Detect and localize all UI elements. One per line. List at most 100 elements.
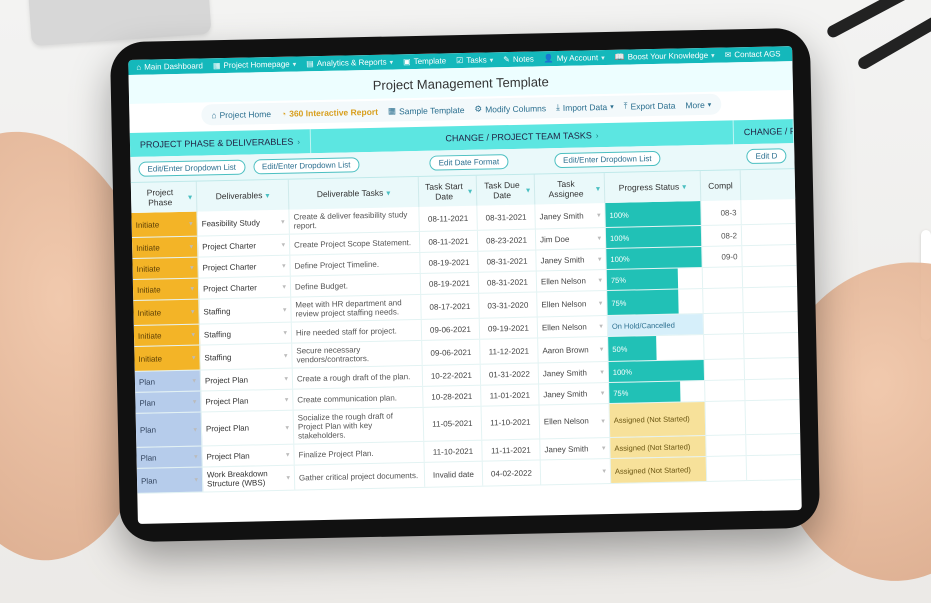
cell-completion[interactable] [705,380,745,401]
cell-assignee[interactable]: Ellen Nelson▾ [540,404,611,438]
cell-assignee[interactable]: Janey Smith▾ [539,383,609,404]
cell-assignee[interactable]: Janey Smith▾ [536,249,606,270]
action-import-data[interactable]: ⤓Import Data▾ [556,101,614,113]
cell-start-date[interactable]: 10-28-2021 [423,386,481,407]
cell-progress[interactable]: Assigned (Not Started) [611,457,707,483]
cell-phase[interactable]: Initiate▾ [132,237,198,258]
cell-task[interactable]: Hire needed staff for project. [292,320,422,343]
nav-item-contact-ags[interactable]: ✉Contact AGS [725,49,781,59]
cell-phase[interactable]: Plan▾ [137,468,203,493]
edit-dropdown-button-1[interactable]: Edit/Enter Dropdown List [138,160,245,177]
nav-item-notes[interactable]: ✎Notes [503,55,534,65]
nav-item-analytics-reports[interactable]: ▤Analytics & Reports [306,57,393,68]
cell-completion[interactable]: 08-2 [702,225,742,246]
cell-completion[interactable] [703,288,743,313]
cell-start-date[interactable]: 11-05-2021 [424,407,483,441]
cell-progress[interactable]: On Hold/Cancelled [608,314,704,336]
cell-task[interactable]: Meet with HR department and review proje… [291,295,421,322]
cell-start-date[interactable]: 09-06-2021 [422,340,480,365]
cell-task[interactable]: Create communication plan. [293,387,423,410]
cell-start-date[interactable]: 11-10-2021 [424,441,482,462]
cell-progress[interactable]: 100% [606,247,702,269]
cell-progress[interactable]: 100% [605,201,701,227]
cell-task[interactable]: Socialize the rough draft of Project Pla… [294,408,425,444]
cell-due-date[interactable]: 09-19-2021 [480,317,538,338]
cell-phase[interactable]: Initiate▾ [132,258,198,279]
cell-deliverable[interactable]: Project Plan▾ [202,411,295,446]
cell-start-date[interactable]: 08-11-2021 [420,231,478,252]
cell-due-date[interactable]: 08-31-2021 [479,271,537,292]
cell-task[interactable]: Create Project Scope Statement. [290,232,420,255]
cell-progress[interactable]: 100% [606,226,702,248]
cell-assignee[interactable]: Ellen Nelson▾ [537,291,607,316]
cell-progress[interactable]: 50% [608,335,704,361]
cell-start-date[interactable]: 08-17-2021 [421,294,479,319]
cell-assignee[interactable]: Janey Smith▾ [539,362,609,383]
cell-assignee[interactable]: Ellen Nelson▾ [537,270,607,291]
cell-start-date[interactable]: 09-06-2021 [422,319,480,340]
cell-completion[interactable]: 08-3 [701,200,741,225]
action-more[interactable]: More▾ [685,99,711,110]
cell-completion[interactable] [706,435,746,456]
cell-deliverable[interactable]: Staffing▾ [199,298,291,324]
cell-deliverable[interactable]: Project Plan▾ [201,369,293,391]
cell-start-date[interactable]: 08-19-2021 [420,252,478,273]
cell-due-date[interactable]: 04-02-2022 [483,460,541,485]
cell-start-date[interactable]: 08-19-2021 [421,273,479,294]
action--interactive-report[interactable]: ◔360 Interactive Report [281,106,378,118]
cell-due-date[interactable]: 11-01-2021 [481,384,539,405]
cell-start-date[interactable]: 10-22-2021 [423,365,481,386]
cell-completion[interactable] [704,313,744,334]
action-export-data[interactable]: ⤒Export Data [624,100,676,112]
cell-progress[interactable]: 75% [607,268,703,290]
nav-item-tasks[interactable]: ☑Tasks [456,55,493,65]
cell-due-date[interactable]: 08-23-2021 [478,230,536,251]
header-task[interactable]: Deliverable Tasks▾ [289,177,420,210]
cell-phase[interactable]: Initiate▾ [133,300,199,325]
cell-phase[interactable]: Plan▾ [135,392,201,413]
header-start-date[interactable]: Task Start Date▾ [419,176,478,207]
cell-task[interactable]: Finalize Project Plan. [294,442,424,465]
cell-phase[interactable]: Plan▾ [136,413,203,447]
cell-progress[interactable]: Assigned (Not Started) [610,402,707,437]
nav-item-project-homepage[interactable]: ▦Project Homepage [213,59,297,70]
header-phase[interactable]: Project Phase▾ [131,182,198,213]
action-sample-template[interactable]: ▦Sample Template [388,104,465,117]
cell-deliverable[interactable]: Project Charter▾ [198,235,290,257]
cell-deliverable[interactable]: Project Plan▾ [201,390,293,412]
cell-due-date[interactable]: 08-31-2021 [477,205,535,230]
cell-assignee[interactable]: Aaron Brown▾ [538,337,608,362]
edit-dropdown-button-4[interactable]: Edit D [746,148,786,164]
cell-task[interactable]: Secure necessary vendors/contractors. [292,341,422,368]
cell-completion[interactable] [705,359,745,380]
cell-phase[interactable]: Initiate▾ [133,279,199,300]
action-project-home[interactable]: ⌂Project Home [211,109,271,120]
cell-deliverable[interactable]: Staffing▾ [200,323,292,345]
cell-completion[interactable] [707,456,747,481]
cell-phase[interactable]: Plan▾ [136,447,202,468]
cell-phase[interactable]: Initiate▾ [131,212,197,237]
header-assignee[interactable]: Task Assignee▾ [535,173,606,204]
cell-task[interactable]: Create & deliver feasibility study repor… [289,207,419,234]
cell-assignee[interactable]: Janey Smith▾ [540,438,610,459]
header-due-date[interactable]: Task Due Date▾ [477,175,536,206]
cell-completion[interactable] [704,334,744,359]
cell-phase[interactable]: Initiate▾ [134,325,200,346]
cell-deliverable[interactable]: Staffing▾ [200,344,292,370]
cell-assignee[interactable]: Ellen Nelson▾ [538,316,608,337]
cell-progress[interactable]: 75% [607,289,703,315]
cell-start-date[interactable]: Invalid date [425,462,483,487]
group-header-change[interactable]: CHANGE / PRO [734,119,794,144]
cell-phase[interactable]: Plan▾ [135,371,201,392]
cell-assignee[interactable]: Janey Smith▾ [535,203,605,228]
cell-deliverable[interactable]: Project Charter▾ [199,277,291,299]
edit-dropdown-button-3[interactable]: Edit/Enter Dropdown List [554,151,661,168]
cell-completion[interactable] [706,401,747,435]
cell-deliverable[interactable]: Feasibility Study▾ [197,210,289,236]
action-modify-columns[interactable]: ⚙Modify Columns [474,102,546,114]
cell-start-date[interactable]: 08-11-2021 [419,206,477,231]
cell-progress[interactable]: 100% [609,360,705,382]
cell-deliverable[interactable]: Project Plan▾ [202,445,294,467]
cell-due-date[interactable]: 01-31-2022 [481,363,539,384]
cell-task[interactable]: Gather critical project documents. [295,463,425,490]
